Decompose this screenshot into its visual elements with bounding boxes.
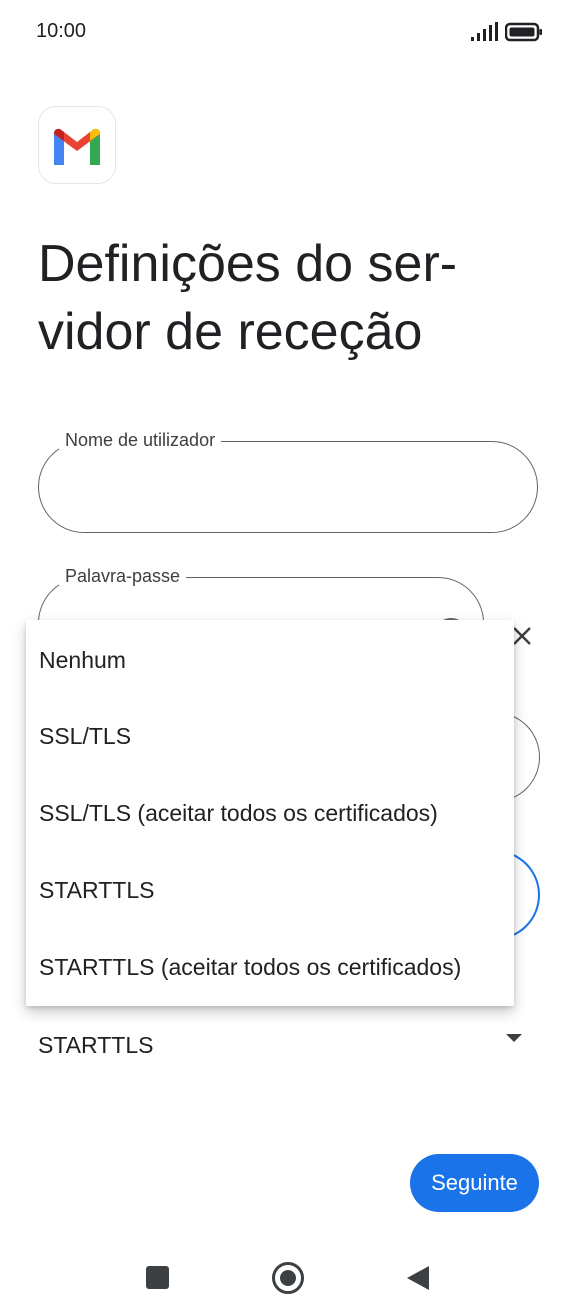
status-bar: 10:00 [0,0,577,64]
dropdown-arrow-icon [506,1034,522,1042]
menu-item-ssl-tls-accept-all[interactable]: SSL/TLS (aceitar todos os certificados) [26,775,514,851]
menu-item-starttls[interactable]: STARTTLS [26,852,514,928]
gmail-logo-icon [38,106,116,184]
triangle-back-icon[interactable] [407,1266,429,1290]
username-label: Nome de utilizador [59,430,222,451]
menu-item-nenhum[interactable]: Nenhum [26,622,514,698]
square-icon[interactable] [146,1266,169,1289]
password-label: Palavra-passe [59,566,187,587]
security-type-dropdown: Nenhum SSL/TLS SSL/TLS (aceitar todos os… [26,620,514,1006]
circle-icon[interactable] [272,1262,304,1294]
navigation-bar [0,1236,577,1316]
status-time: 10:00 [36,20,87,42]
battery-icon [505,22,542,42]
username-field[interactable]: Nome de utilizador [38,430,538,533]
menu-item-starttls-accept-all[interactable]: STARTTLS (aceitar todos os certificados) [26,929,514,1005]
security-type-select[interactable]: STARTTLS [38,1020,538,1070]
gmail-m-icon [54,128,100,165]
next-button[interactable]: Seguinte [410,1154,539,1212]
security-type-value: STARTTLS [38,1032,154,1058]
menu-item-ssl-tls[interactable]: SSL/TLS [26,698,514,774]
page-title: Definições do ser-vidor de receção [38,235,458,361]
signal-icon [471,22,498,41]
